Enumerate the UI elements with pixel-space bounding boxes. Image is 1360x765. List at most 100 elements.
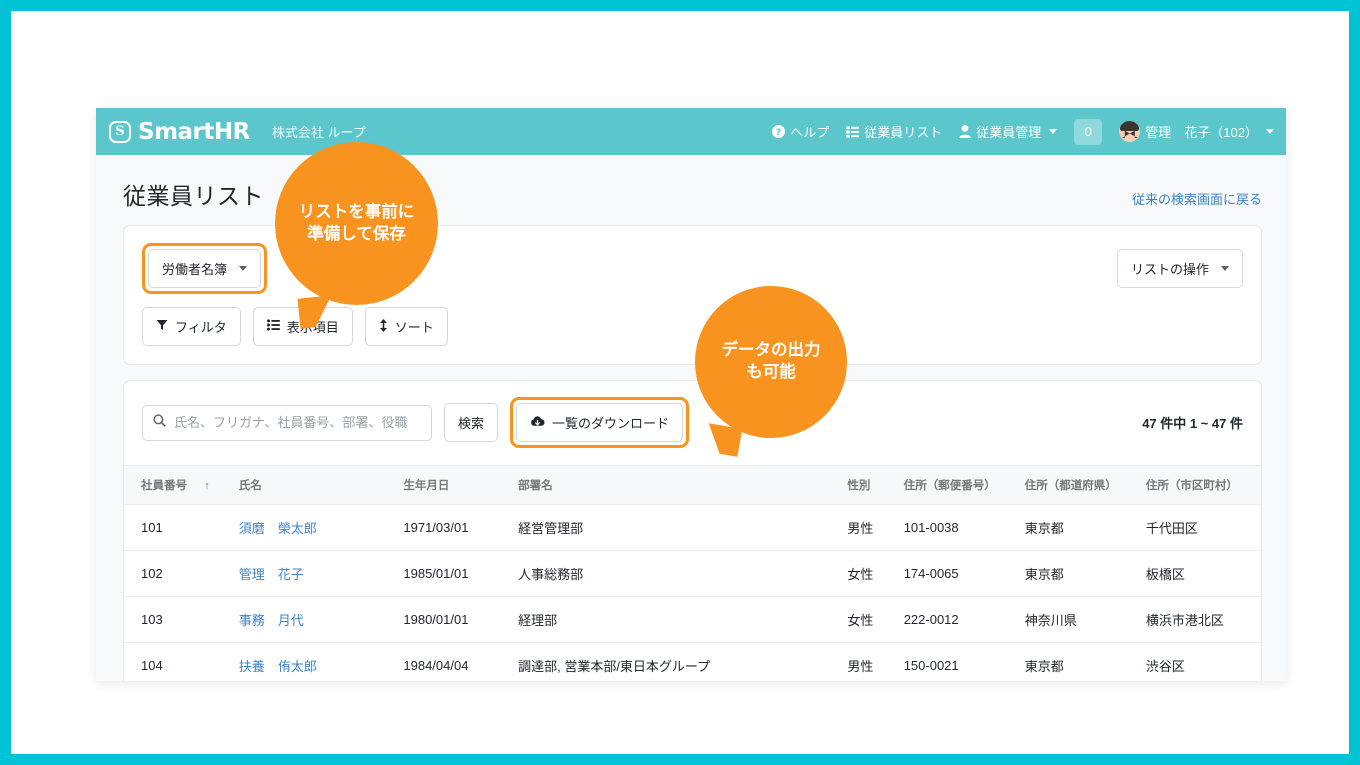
search-box[interactable] [142,405,432,441]
table-header: 社員番号 ↑ 氏名 生年月日 部署名 性別 住所（郵便番号） 住所（都道府県） … [124,466,1261,505]
nav-employee-list[interactable]: 従業員リスト [846,122,942,141]
cell-birth: 1985/01/01 [403,551,518,597]
col-header-emp-no[interactable]: 社員番号 ↑ [124,466,239,505]
nav-employee-admin[interactable]: 従業員管理 [959,122,1057,141]
nav-user-label: 管理 花子（102） [1145,122,1258,141]
employee-table: 社員番号 ↑ 氏名 生年月日 部署名 性別 住所（郵便番号） 住所（都道府県） … [124,465,1261,681]
columns-icon [267,319,280,334]
cell-zip: 101-0038 [904,505,1025,551]
svg-text:?: ? [776,128,781,138]
col-header-city[interactable]: 住所（市区町村） [1146,466,1261,505]
cell-birth: 1980/01/01 [403,597,518,643]
col-header-birth[interactable]: 生年月日 [403,466,518,505]
cell-name: 事務 月代 [239,597,404,643]
list-action-label: リストの操作 [1131,259,1209,278]
navbar-right-group: ? ヘルプ 従業員リスト 従業員管理 0 [772,119,1274,145]
cell-dept: 人事総務部 [518,551,847,597]
search-icon [153,414,166,432]
cell-pref: 東京都 [1025,551,1146,597]
cell-gender: 男性 [847,643,903,682]
employee-name-link[interactable]: 管理 花子 [239,567,304,582]
smarthr-logo[interactable]: S SmartHR [109,119,250,145]
cell-pref: 神奈川県 [1025,597,1146,643]
nav-help-label: ヘルプ [790,122,829,141]
nav-employee-list-label: 従業員リスト [864,122,942,141]
chevron-down-icon [1049,129,1057,134]
cell-birth: 1984/04/04 [403,643,518,682]
table-row[interactable]: 101 須磨 榮太郎 1971/03/01 経営管理部 男性 101-0038 … [124,505,1261,551]
chevron-down-icon [239,266,247,271]
download-list-label: 一覧のダウンロード [552,413,669,432]
list-icon [846,126,859,138]
callout-export-data-text: データの出力 も可能 [722,340,821,384]
sort-updown-icon [379,319,388,335]
employee-name-link[interactable]: 扶養 侑太郎 [239,659,317,674]
saved-list-button[interactable]: 労働者名簿 [148,249,261,288]
employee-list-card: 検索 一覧のダウンロード 47 件中 1 ~ 47 件 [123,380,1262,681]
saved-list-label: 労働者名簿 [162,259,227,278]
table-row[interactable]: 103 事務 月代 1980/01/01 経理部 女性 222-0012 神奈川… [124,597,1261,643]
page-title: 従業員リスト [123,177,264,211]
callout-export-data: データの出力 も可能 [695,286,847,438]
callout-save-list: リストを事前に 準備して保存 [275,142,438,305]
nav-help[interactable]: ? ヘルプ [772,122,829,141]
employee-name-link[interactable]: 須磨 榮太郎 [239,521,317,536]
cell-dept: 経理部 [518,597,847,643]
col-header-name[interactable]: 氏名 [239,466,404,505]
table-header-row: 社員番号 ↑ 氏名 生年月日 部署名 性別 住所（郵便番号） 住所（都道府県） … [124,466,1261,505]
employee-name-link[interactable]: 事務 月代 [239,613,304,628]
cell-dept: 経営管理部 [518,505,847,551]
cell-gender: 女性 [847,597,903,643]
cell-name: 須磨 榮太郎 [239,505,404,551]
cell-name: 扶養 侑太郎 [239,643,404,682]
col-header-gender[interactable]: 性別 [847,466,903,505]
cell-zip: 222-0012 [904,597,1025,643]
search-row: 検索 一覧のダウンロード 47 件中 1 ~ 47 件 [124,381,1261,465]
legacy-search-link[interactable]: 従来の検索画面に戻る [1132,189,1262,208]
cell-city: 板橋区 [1146,551,1261,597]
cell-dept: 調達部, 営業本部/東日本グループ [518,643,847,682]
col-header-pref[interactable]: 住所（都道府県） [1025,466,1146,505]
table-row[interactable]: 104 扶養 侑太郎 1984/04/04 調達部, 営業本部/東日本グループ … [124,643,1261,682]
col-header-dept[interactable]: 部署名 [518,466,847,505]
col-header-zip[interactable]: 住所（郵便番号） [904,466,1025,505]
col-label-emp-no: 社員番号 [141,480,187,492]
cell-pref: 東京都 [1025,505,1146,551]
sort-button[interactable]: ソート [365,307,448,346]
cloud-download-icon [530,415,545,430]
search-submit-button[interactable]: 検索 [444,403,498,442]
results-count: 47 件中 1 ~ 47 件 [1142,413,1243,432]
nav-employee-admin-label: 従業員管理 [976,122,1041,141]
filter-button[interactable]: フィルタ [142,307,241,346]
cell-emp-no: 101 [124,505,239,551]
list-action-button[interactable]: リストの操作 [1117,249,1243,288]
cell-city: 横浜市港北区 [1146,597,1261,643]
top-navbar: S SmartHR 株式会社 ループ ? ヘルプ 従業員リスト [96,108,1286,155]
nav-user-menu[interactable]: 管理 花子（102） [1119,121,1274,142]
content-area: 労働者名簿 リストの操作 フィルタ [96,225,1286,681]
table-row[interactable]: 102 管理 花子 1985/01/01 人事総務部 女性 174-0065 東… [124,551,1261,597]
employee-table-wrap[interactable]: 社員番号 ↑ 氏名 生年月日 部署名 性別 住所（郵便番号） 住所（都道府県） … [124,465,1261,681]
cell-zip: 174-0065 [904,551,1025,597]
app-window: S SmartHR 株式会社 ループ ? ヘルプ 従業員リスト [96,108,1286,681]
cell-emp-no: 104 [124,643,239,682]
filter-label: フィルタ [175,317,227,336]
notification-badge[interactable]: 0 [1074,119,1102,145]
sort-label: ソート [395,317,434,336]
cell-emp-no: 102 [124,551,239,597]
cell-gender: 女性 [847,551,903,597]
help-circle-icon: ? [772,125,785,138]
callout-tail [704,423,742,456]
download-list-button[interactable]: 一覧のダウンロード [516,403,683,442]
search-input[interactable] [174,415,421,430]
cell-pref: 東京都 [1025,643,1146,682]
saved-list-highlight: 労働者名簿 [142,243,267,294]
company-name: 株式会社 ループ [272,122,366,141]
cell-birth: 1971/03/01 [403,505,518,551]
chevron-down-icon [1266,129,1274,134]
cell-zip: 150-0021 [904,643,1025,682]
sort-asc-icon: ↑ [204,480,210,492]
cell-name: 管理 花子 [239,551,404,597]
callout-save-list-text: リストを事前に 準備して保存 [299,202,415,246]
chevron-down-icon [1221,266,1229,271]
